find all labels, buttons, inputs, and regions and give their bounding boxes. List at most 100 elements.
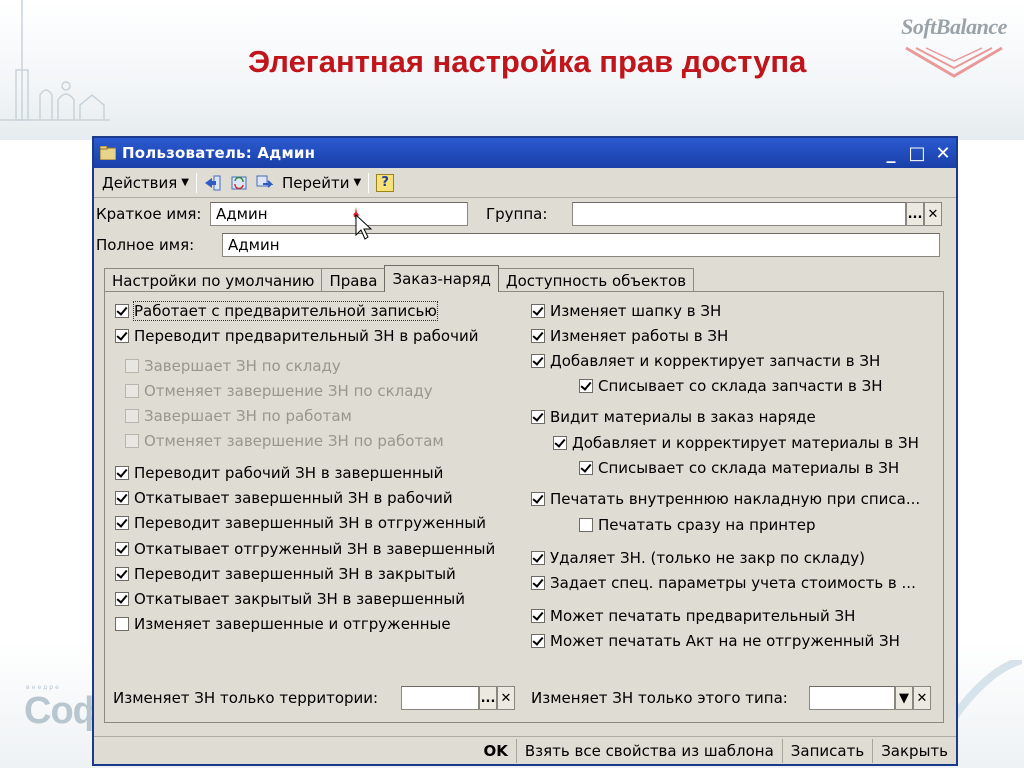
actions-menu[interactable]: Действия ▼ [98, 171, 193, 195]
goto-menu[interactable]: Перейти ▼ [278, 171, 365, 195]
checkbox-checked[interactable] [115, 567, 129, 581]
checkbox-label: Добавляет и корректирует запчасти в ЗН [550, 352, 881, 370]
checkbox-row[interactable]: Откатывает отгруженный ЗН в завершенный [115, 540, 495, 558]
checkbox-row-disabled: Завершает ЗН по работам [125, 407, 352, 425]
checkbox-checked[interactable] [531, 634, 545, 648]
checkbox-row[interactable]: Изменяет завершенные и отгруженные [115, 615, 451, 633]
checkbox-checked[interactable] [553, 436, 567, 450]
checkbox-checked[interactable] [531, 576, 545, 590]
help-button[interactable]: ? [374, 172, 396, 194]
territory-input[interactable] [401, 686, 479, 710]
window-title: Пользователь: Админ [122, 144, 316, 162]
back-arrow-button[interactable] [202, 172, 224, 194]
checkbox-label: Удаляет ЗН. (только не закр по складу) [550, 549, 865, 567]
checkbox-row[interactable]: Может печатать Акт на не отгруженный ЗН [531, 632, 900, 650]
refresh-button[interactable] [228, 172, 250, 194]
checkbox-checked[interactable] [115, 592, 129, 606]
checkbox-label: Добавляет и корректирует материалы в ЗН [572, 434, 919, 452]
minimize-button[interactable]: _ [878, 142, 904, 164]
checkbox-checked[interactable] [531, 329, 545, 343]
checkbox-label: Переводит предварительный ЗН в рабочий [134, 327, 479, 345]
group-row: Группа: ... ✕ [486, 202, 942, 226]
checkbox-checked[interactable] [531, 492, 545, 506]
checkbox-row[interactable]: Списывает со склада запчасти в ЗН [579, 377, 883, 395]
checkbox-row-disabled: Отменяет завершение ЗН по складу [125, 382, 433, 400]
work-order-panel: Работает с предварительной записью Перев… [104, 291, 944, 723]
tab-default-settings[interactable]: Настройки по умолчанию [104, 268, 323, 292]
tab-rights[interactable]: Права [321, 268, 386, 292]
ok-button[interactable]: OK [475, 739, 515, 763]
territory-select-button[interactable]: ... [479, 686, 497, 710]
logo-chevron-icon [905, 46, 1003, 78]
checkbox-label: Изменяет работы в ЗН [550, 327, 729, 345]
checkbox-checked[interactable] [531, 354, 545, 368]
checkbox-checked[interactable] [115, 466, 129, 480]
checkbox-row[interactable]: Откатывает завершенный ЗН в рабочий [115, 489, 453, 507]
close-button[interactable]: ✕ [930, 142, 956, 164]
checkbox-checked[interactable] [115, 542, 129, 556]
full-name-input[interactable]: Админ [222, 233, 940, 257]
checkbox-row[interactable]: Может печатать предварительный ЗН [531, 607, 855, 625]
checkbox-row[interactable]: Добавляет и корректирует запчасти в ЗН [531, 352, 880, 370]
checkbox-label: Изменяет шапку в ЗН [550, 302, 722, 320]
checkbox-label: Откатывает отгруженный ЗН в завершенный [134, 540, 496, 558]
type-clear-button[interactable]: ✕ [913, 686, 931, 710]
checkbox-checked[interactable] [115, 491, 129, 505]
checkbox-label: Откатывает завершенный ЗН в рабочий [134, 489, 453, 507]
checkbox-checked[interactable] [531, 609, 545, 623]
type-row: Изменяет ЗН только этого типа: ▼ ✕ [531, 686, 931, 710]
checkbox-checked[interactable] [115, 516, 129, 530]
territory-clear-button[interactable]: ✕ [497, 686, 515, 710]
checkbox-checked[interactable] [531, 551, 545, 565]
group-select-button[interactable]: ... [906, 202, 924, 226]
checkbox-row[interactable]: Переводит завершенный ЗН в закрытый [115, 565, 456, 583]
short-name-input[interactable]: Админ [210, 202, 468, 226]
window-titlebar[interactable]: Пользователь: Админ _ □ ✕ [94, 138, 956, 168]
checkbox-label: Работает с предварительной записью [133, 301, 438, 321]
checkbox-row[interactable]: Работает с предварительной записью [115, 301, 438, 321]
checkbox-row[interactable]: Удаляет ЗН. (только не закр по складу) [531, 549, 865, 567]
checkbox-unchecked[interactable] [579, 518, 593, 532]
checkbox-label: Изменяет завершенные и отгруженные [134, 615, 451, 633]
save-button[interactable]: Записать [781, 738, 872, 763]
type-input[interactable] [809, 686, 895, 710]
group-input[interactable] [572, 202, 906, 226]
checkbox-row[interactable]: Печатать внутреннюю накладную при списа.… [531, 490, 920, 508]
checkbox-checked[interactable] [579, 379, 593, 393]
checkbox-label: Может печатать Акт на не отгруженный ЗН [550, 632, 900, 650]
checkbox-checked[interactable] [531, 410, 545, 424]
checkbox-row[interactable]: Изменяет работы в ЗН [531, 327, 728, 345]
checkbox-checked[interactable] [531, 304, 545, 318]
caret-down-icon: ▼ [181, 177, 189, 188]
city-skyline-icon [0, 0, 110, 121]
checkbox-row[interactable]: Печатать сразу на принтер [579, 516, 816, 534]
maximize-button[interactable]: □ [904, 142, 930, 164]
close-dialog-button[interactable]: Закрыть [872, 738, 956, 763]
toolbar-separator [368, 172, 370, 193]
checkbox-checked[interactable] [115, 329, 129, 343]
softbalance-logo: SoftBalance [892, 14, 1016, 90]
checkbox-label: Переводит завершенный ЗН в отгруженный [134, 514, 487, 532]
type-dropdown-button[interactable]: ▼ [895, 686, 913, 710]
checkbox-row[interactable]: Задает спец. параметры учета стоимость в… [531, 574, 916, 592]
take-from-template-button[interactable]: Взять все свойства из шаблона [515, 738, 782, 763]
checkbox-row[interactable]: Переводит рабочий ЗН в завершенный [115, 464, 443, 482]
folder-icon [100, 146, 116, 160]
checkbox-row[interactable]: Списывает со склада материалы в ЗН [579, 459, 899, 477]
tab-work-order[interactable]: Заказ-наряд [384, 265, 499, 292]
checkbox-label: Завершает ЗН по складу [144, 357, 341, 375]
goto-icon-button[interactable] [254, 172, 276, 194]
checkbox-row[interactable]: Откатывает закрытый ЗН в завершенный [115, 590, 465, 608]
checkbox-checked[interactable] [579, 461, 593, 475]
tab-object-access[interactable]: Доступность объектов [497, 268, 695, 292]
checkbox-row[interactable]: Переводит предварительный ЗН в рабочий [115, 327, 478, 345]
checkbox-row[interactable]: Переводит завершенный ЗН в отгруженный [115, 514, 486, 532]
checkbox-row[interactable]: Добавляет и корректирует материалы в ЗН [553, 434, 919, 452]
checkbox-row[interactable]: Видит материалы в заказ наряде [531, 408, 816, 426]
checkbox-row[interactable]: Изменяет шапку в ЗН [531, 302, 721, 320]
checkbox-unchecked[interactable] [115, 617, 129, 631]
checkbox-checked[interactable] [115, 304, 129, 318]
checkbox-label: Откатывает закрытый ЗН в завершенный [134, 590, 466, 608]
checkbox-label: Завершает ЗН по работам [144, 407, 352, 425]
group-clear-button[interactable]: ✕ [924, 202, 942, 226]
